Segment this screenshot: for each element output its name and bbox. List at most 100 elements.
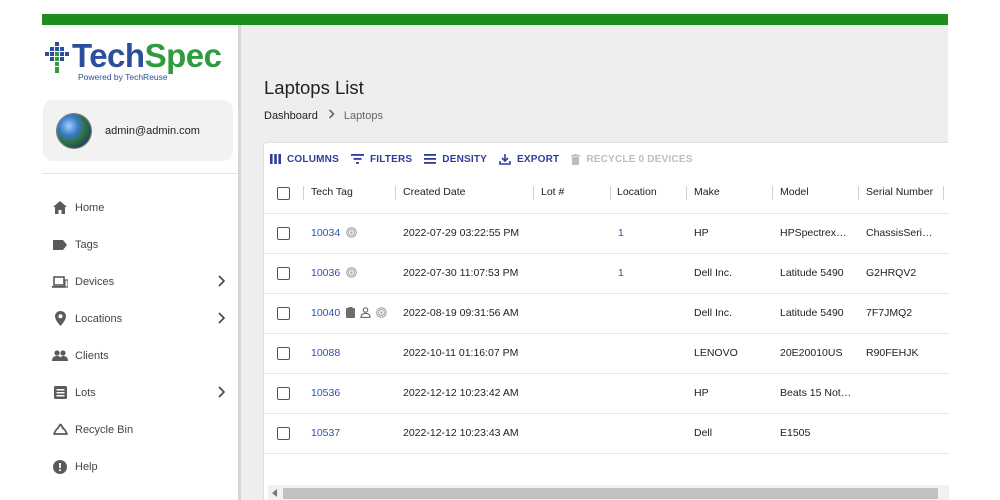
tech-tag-link[interactable]: 10536 [311, 387, 340, 399]
recycle-devices-button[interactable]: RECYCLE 0 DEVICES [571, 153, 692, 165]
sidebar-item-label: Clients [75, 349, 109, 362]
column-header-location[interactable]: Location [617, 186, 657, 198]
column-separator[interactable] [943, 186, 944, 200]
column-separator[interactable] [686, 186, 687, 200]
brand-name-part1: Tech [72, 37, 145, 74]
export-label: EXPORT [517, 153, 560, 165]
model-cell: HPSpectrex… [780, 227, 847, 239]
sidebar-item-devices[interactable]: Devices [42, 263, 240, 300]
location-pin-icon [52, 311, 68, 327]
laptop-icon [52, 274, 68, 290]
column-header-serial-number[interactable]: Serial Number [866, 186, 933, 198]
model-cell: 20E20010US [780, 347, 843, 359]
column-separator[interactable] [772, 186, 773, 200]
sidebar-item-lots[interactable]: Lots [42, 374, 240, 411]
tech-tag-link[interactable]: 10040 [311, 307, 340, 319]
tech-tag-link[interactable]: 10036 [311, 267, 340, 279]
row-checkbox[interactable] [277, 427, 290, 440]
location-link[interactable]: 1 [618, 267, 624, 279]
location-link[interactable]: 1 [618, 227, 624, 239]
home-icon [52, 200, 68, 216]
select-all-checkbox[interactable] [277, 187, 290, 200]
column-separator[interactable] [533, 186, 534, 200]
table-row[interactable]: 10034 2022-07-29 03:22:55 PM 1 HP HPSpec… [264, 214, 949, 254]
columns-label: COLUMNS [287, 153, 339, 165]
row-checkbox[interactable] [277, 387, 290, 400]
row-checkbox[interactable] [277, 307, 290, 320]
row-checkbox[interactable] [277, 347, 290, 360]
make-cell: Dell Inc. [694, 267, 732, 279]
make-cell: HP [694, 227, 709, 239]
main-content: Laptops List Dashboard Laptops COLUMNS F… [241, 25, 949, 500]
breadcrumb-current: Laptops [343, 109, 383, 122]
tech-tag-link[interactable]: 10034 [311, 227, 340, 239]
tech-tag-link[interactable]: 10537 [311, 427, 340, 439]
row-checkbox[interactable] [277, 227, 290, 240]
created-date-cell: 2022-10-11 01:16:07 PM [403, 347, 519, 359]
logo-mark-icon [45, 42, 69, 73]
horizontal-scrollbar[interactable] [268, 485, 949, 500]
sidebar-item-tags[interactable]: Tags [42, 226, 240, 263]
sidebar-nav: Home Tags Devices Locations Clients Lots… [42, 189, 240, 485]
sidebar-item-label: Devices [75, 275, 115, 288]
table-row[interactable]: 10036 2022-07-30 11:07:53 PM 1 Dell Inc.… [264, 254, 949, 294]
model-cell: E1505 [780, 427, 811, 439]
density-label: DENSITY [442, 153, 488, 165]
filters-label: FILTERS [369, 153, 413, 165]
sidebar-item-home[interactable]: Home [42, 189, 240, 226]
sidebar-item-recycle-bin[interactable]: Recycle Bin [42, 411, 240, 448]
make-cell: HP [694, 387, 709, 399]
chevron-right-icon [218, 386, 226, 398]
column-separator[interactable] [303, 186, 304, 200]
density-button[interactable]: DENSITY [424, 154, 487, 165]
person-icon [360, 307, 371, 318]
filter-icon [350, 154, 364, 164]
created-date-cell: 2022-12-12 10:23:42 AM [403, 387, 519, 399]
sidebar-item-label: Help [75, 460, 98, 473]
row-checkbox[interactable] [277, 267, 290, 280]
scrollbar-thumb[interactable] [283, 488, 938, 499]
density-icon [424, 154, 437, 164]
model-cell: Latitude 5490 [780, 307, 844, 319]
column-separator[interactable] [395, 186, 396, 200]
sidebar-item-label: Locations [75, 312, 123, 325]
model-cell: Latitude 5490 [780, 267, 844, 279]
sidebar-item-label: Home [75, 201, 105, 214]
column-header-model[interactable]: Model [780, 186, 809, 198]
grid-toolbar: COLUMNS FILTERS DENSITY EXPORT RECYCLE 0… [270, 151, 705, 167]
column-header-lot[interactable]: Lot # [541, 186, 564, 198]
fingerprint-icon [346, 267, 357, 278]
column-separator[interactable] [858, 186, 859, 200]
sidebar: TechSpec Powered by TechReuse admin@admi… [42, 25, 240, 500]
column-header-created-date[interactable]: Created Date [403, 186, 465, 198]
table-row[interactable]: 10040 2022-08-19 09:31:56 AM Dell Inc. L… [264, 294, 949, 334]
brand-logo[interactable]: TechSpec Powered by TechReuse [44, 37, 222, 82]
serial-number-cell: 7F7JMQ2 [866, 307, 913, 319]
filters-button[interactable]: FILTERS [350, 153, 413, 165]
sidebar-item-help[interactable]: Help [42, 448, 240, 485]
sidebar-item-label: Lots [75, 386, 96, 399]
column-header-tech-tag[interactable]: Tech Tag [311, 186, 353, 198]
created-date-cell: 2022-12-12 10:23:43 AM [403, 427, 519, 439]
make-cell: Dell Inc. [694, 307, 732, 319]
columns-button[interactable]: COLUMNS [270, 154, 339, 165]
table-row[interactable]: 10537 2022-12-12 10:23:43 AM Dell E1505 [264, 414, 949, 454]
table-row[interactable]: 10088 2022-10-11 01:16:07 PM LENOVO 20E2… [264, 334, 949, 374]
data-grid: Tech Tag Created Date Lot # Location Mak… [264, 173, 949, 454]
column-header-make[interactable]: Make [694, 186, 720, 198]
table-row[interactable]: 10536 2022-12-12 10:23:42 AM HP Beats 15… [264, 374, 949, 414]
user-card[interactable]: admin@admin.com [43, 100, 233, 161]
download-icon [499, 153, 511, 165]
tech-tag-link[interactable]: 10088 [311, 347, 340, 359]
columns-icon [270, 154, 281, 164]
top-accent-bar [42, 14, 948, 25]
people-icon [52, 348, 68, 364]
column-separator[interactable] [610, 186, 611, 200]
scroll-left-arrow-icon[interactable] [272, 489, 277, 497]
page-title: Laptops List [264, 77, 364, 98]
export-button[interactable]: EXPORT [499, 153, 560, 165]
sidebar-item-locations[interactable]: Locations [42, 300, 240, 337]
make-cell: Dell [694, 427, 713, 439]
breadcrumb-dashboard-link[interactable]: Dashboard [264, 110, 318, 122]
sidebar-item-clients[interactable]: Clients [42, 337, 240, 374]
